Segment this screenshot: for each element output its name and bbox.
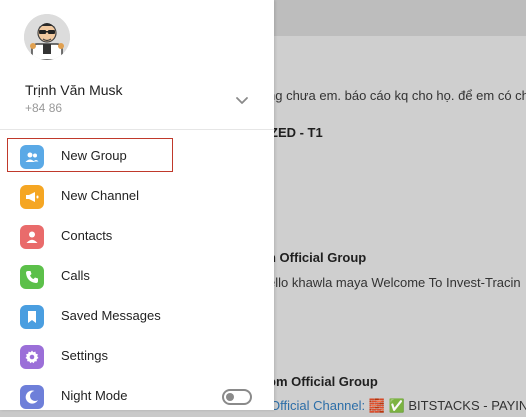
menu-label: Calls: [61, 268, 90, 283]
channel-link: Official Channel:: [270, 398, 366, 413]
moon-icon: [20, 385, 44, 409]
bookmark-icon: [20, 305, 44, 329]
menu-item-contacts[interactable]: Contacts: [0, 217, 274, 257]
menu-label: Contacts: [61, 228, 113, 243]
divider: [0, 129, 274, 130]
side-menu-drawer: Trịnh Văn Musk +84 86 New Group New Chan…: [0, 0, 274, 410]
user-phone: +84 86: [25, 101, 63, 115]
chat-preview-rest: 🧱 ✅ BITSTACKS - PAYIN: [365, 398, 526, 413]
chat-preview-text: ello khawla maya Welcome To Invest-Traci…: [268, 275, 521, 290]
avatar-cartoon-icon: [24, 14, 70, 60]
chat-preview-text: ng chưa em. báo cáo kq cho họ. để em có …: [268, 88, 526, 103]
gear-icon: [20, 345, 44, 369]
night-mode-toggle[interactable]: [222, 389, 252, 405]
chevron-down-icon[interactable]: [233, 92, 251, 110]
menu-label: Saved Messages: [61, 308, 161, 323]
user-name: Trịnh Văn Musk: [25, 82, 123, 98]
highlight-box: [7, 138, 173, 172]
avatar[interactable]: [24, 14, 70, 60]
phone-icon: [20, 265, 44, 289]
menu-label: New Channel: [61, 188, 140, 203]
chat-title: ZED - T1: [270, 125, 323, 140]
megaphone-icon: [20, 185, 44, 209]
menu-label: Settings: [61, 348, 108, 363]
contact-icon: [20, 225, 44, 249]
menu-label: Night Mode: [61, 388, 128, 403]
chat-title: om Official Group: [268, 374, 378, 389]
chat-preview-text: Official Channel: 🧱 ✅ BITSTACKS - PAYIN: [270, 398, 526, 414]
menu-item-new-channel[interactable]: New Channel: [0, 177, 274, 217]
menu-item-saved-messages[interactable]: Saved Messages: [0, 297, 274, 337]
chat-header-bar: [272, 0, 526, 36]
toggle-knob: [226, 393, 234, 401]
menu-item-settings[interactable]: Settings: [0, 337, 274, 377]
menu-item-night-mode[interactable]: Night Mode: [0, 377, 274, 417]
chat-title: n Official Group: [268, 250, 367, 265]
menu-item-calls[interactable]: Calls: [0, 257, 274, 297]
